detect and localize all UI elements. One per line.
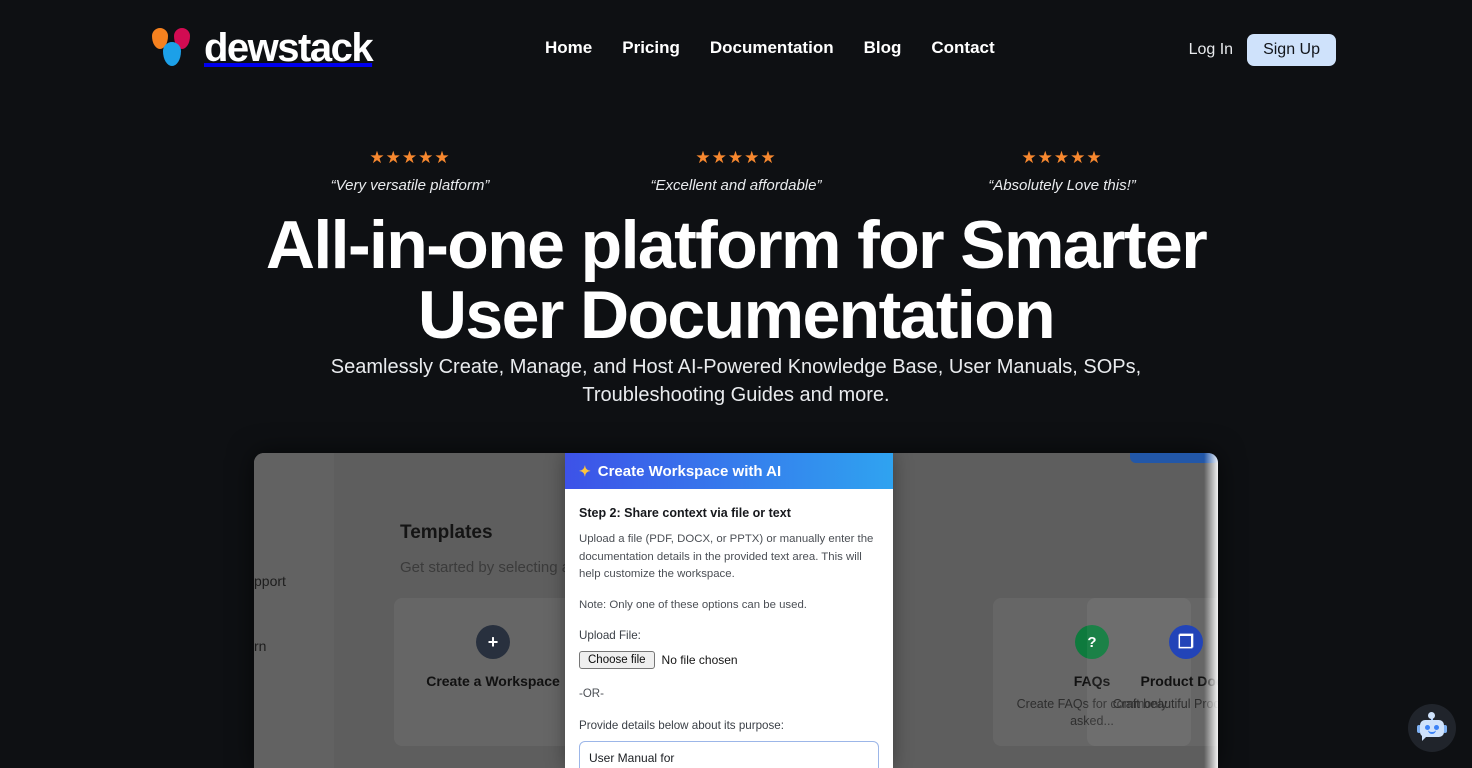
nav-item-contact[interactable]: Contact (916, 36, 1009, 60)
rating-stars: ★★★★★ (1021, 148, 1103, 167)
modal-title: Create Workspace with AI (597, 462, 782, 480)
file-input-row: Choose file No file chosen (579, 650, 879, 669)
sidebar-fragment-learn: rn (254, 638, 267, 654)
chatbot-icon (1417, 712, 1447, 743)
modal-body: Step 2: Share context via file or text U… (565, 489, 893, 768)
templates-subtext: Get started by selecting a (400, 559, 571, 576)
sidebar-fragment-support: pport (254, 573, 286, 589)
or-separator: -OR- (579, 687, 604, 700)
testimonial-1: ★★★★★ “Very versatile platform” (247, 148, 573, 196)
page-title: All-in-one platform for Smarter User Doc… (0, 210, 1472, 350)
nav-item-pricing[interactable]: Pricing (607, 36, 695, 60)
hero-subtitle: Seamlessly Create, Manage, and Host AI-P… (330, 356, 1142, 406)
screenshot-right-fade (1204, 453, 1218, 768)
product-screenshot: pport rn do the magic! Templates Get sta… (254, 453, 1218, 768)
template-card-desc: Craft beautiful Produ Docs (1112, 697, 1218, 711)
no-file-chosen-text: No file chosen (661, 652, 738, 667)
testimonial-row: ★★★★★ “Very versatile platform” ★★★★★ “E… (0, 148, 1472, 196)
rating-stars: ★★★★★ (695, 148, 777, 167)
create-workspace-modal: ✦ Create Workspace with AI Step 2: Share… (565, 453, 893, 768)
app-sidebar (254, 453, 334, 768)
modal-note: Note: Only one of these options can be u… (579, 598, 807, 611)
main-navigation: Home Pricing Documentation Blog Contact (530, 36, 1010, 60)
templates-heading: Templates (400, 522, 493, 543)
chat-widget-button[interactable] (1408, 704, 1456, 752)
upload-file-label: Upload File: (579, 628, 641, 642)
template-card-title: Create a Workspace (426, 673, 560, 689)
landing-page: dewstack Home Pricing Documentation Blog… (0, 0, 1472, 768)
login-link[interactable]: Log In (1189, 36, 1233, 64)
hero-title-line-1: All-in-one platform for Smarter (265, 207, 1208, 283)
step-title: Step 2: Share context via file or text (579, 506, 791, 520)
nav-item-home[interactable]: Home (530, 36, 607, 60)
details-label: Provide details below about its purpose: (579, 718, 784, 732)
template-card-create-workspace[interactable]: + Create a Workspace (394, 598, 592, 746)
site-header: dewstack Home Pricing Documentation Blog… (0, 0, 1472, 96)
testimonial-quote: “Very versatile platform” (330, 177, 490, 194)
hero-title-line-2: User Documentation (417, 277, 1056, 354)
testimonial-2: ★★★★★ “Excellent and affordable” (573, 148, 899, 196)
testimonial-3: ★★★★★ “Absolutely Love this!” (899, 148, 1225, 196)
rating-stars: ★★★★★ (369, 148, 451, 167)
modal-paragraph: Upload a file (PDF, DOCX, or PPTX) or ma… (579, 533, 874, 580)
template-card-title: Product Docs (1140, 673, 1218, 689)
purpose-details-input[interactable] (579, 740, 879, 768)
auth-actions: Log In Sign Up (1189, 34, 1336, 66)
plus-icon: + (476, 625, 510, 659)
testimonial-quote: “Absolutely Love this!” (988, 177, 1136, 194)
droplet-blue-icon (163, 42, 181, 66)
modal-header: ✦ Create Workspace with AI (565, 453, 893, 489)
logo-droplets-icon (152, 26, 198, 70)
document-icon: ❐ (1169, 625, 1203, 659)
signup-button[interactable]: Sign Up (1247, 34, 1336, 66)
nav-item-blog[interactable]: Blog (849, 36, 917, 60)
logo[interactable]: dewstack (152, 26, 374, 70)
sparkle-icon: ✦ (579, 463, 591, 479)
nav-item-documentation[interactable]: Documentation (695, 36, 849, 60)
choose-file-button[interactable]: Choose file (579, 650, 655, 669)
testimonial-quote: “Excellent and affordable” (650, 177, 822, 194)
logo-text: dewstack (204, 26, 374, 70)
template-card-product-docs[interactable]: ❐ Product Docs Craft beautiful Produ Doc… (1087, 598, 1218, 746)
